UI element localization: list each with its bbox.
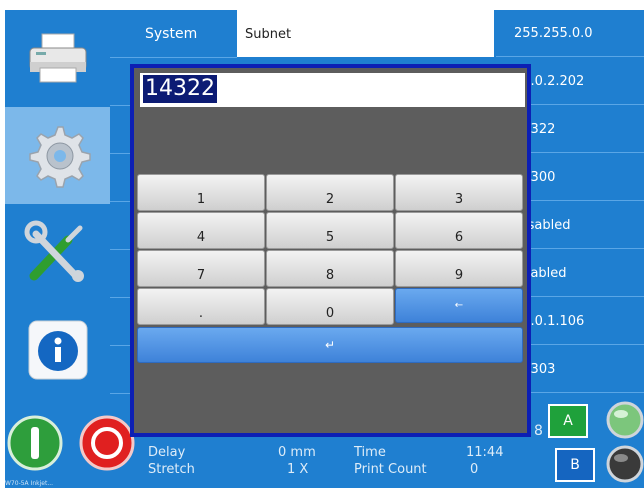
time-value: 11:44	[466, 445, 504, 460]
key-2[interactable]: 2	[266, 174, 394, 211]
stretch-value: 1 X	[287, 462, 309, 477]
print-count-label: Print Count	[354, 462, 427, 477]
key-0[interactable]: 0	[266, 288, 394, 325]
key-8[interactable]: 8	[266, 250, 394, 287]
key-decimal[interactable]: .	[137, 288, 265, 325]
nav-tools-button[interactable]	[5, 204, 110, 302]
indicator-b-icon	[606, 445, 644, 483]
nav-settings-button[interactable]	[5, 107, 110, 205]
nav-print-button[interactable]	[5, 10, 110, 108]
section-label-system: System	[110, 10, 237, 58]
nav-sidebar	[5, 10, 110, 399]
head-a-button[interactable]: A	[548, 404, 588, 438]
key-1[interactable]: 1	[137, 174, 265, 211]
info-icon	[28, 320, 87, 379]
enter-button[interactable]: ↵	[137, 327, 523, 363]
keypad-dialog: 14322 1 2 3 4 5 6 7 8 9 . 0 ← ↵	[130, 64, 531, 437]
enter-icon: ↵	[324, 338, 336, 352]
key-4[interactable]: 4	[137, 212, 265, 249]
key-9[interactable]: 9	[395, 250, 523, 287]
key-5[interactable]: 5	[266, 212, 394, 249]
nav-info-button[interactable]	[5, 301, 110, 399]
print-count-value: 0	[470, 462, 479, 477]
printer-icon	[29, 33, 86, 82]
indicator-a-icon	[606, 401, 644, 439]
backspace-button[interactable]: ←	[395, 288, 523, 323]
key-7[interactable]: 7	[137, 250, 265, 287]
delay-label: Delay	[148, 445, 186, 460]
keypad-entry-value: 14322	[143, 75, 217, 103]
keypad-entry-field[interactable]: 14322	[140, 73, 525, 107]
footer-text: W70-5A Inkjet...	[5, 480, 54, 487]
stop-button[interactable]	[79, 415, 135, 471]
head-b-button[interactable]: B	[555, 448, 595, 482]
time-label: Time	[354, 445, 386, 460]
backspace-icon: ←	[454, 300, 464, 311]
keypad-body: 14322 1 2 3 4 5 6 7 8 9 . 0 ← ↵	[134, 68, 527, 433]
field-title: Subnet	[237, 10, 494, 57]
delay-value: 0 mm	[278, 445, 316, 460]
setting-value-subnet[interactable]: 255.255.0.0	[496, 11, 644, 57]
key-3[interactable]: 3	[395, 174, 523, 211]
gear-icon	[28, 125, 91, 188]
partial-digit: 8	[534, 423, 543, 439]
start-button[interactable]	[7, 415, 63, 471]
key-6[interactable]: 6	[395, 212, 523, 249]
tools-icon	[24, 220, 84, 282]
stretch-label: Stretch	[148, 462, 195, 477]
